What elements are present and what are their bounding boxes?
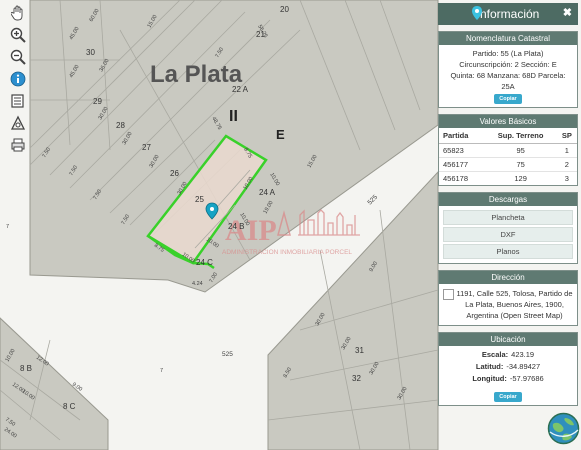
print-icon[interactable] (8, 135, 28, 155)
table-cell: 129 (484, 171, 557, 185)
longitud-value: -57.97686 (509, 374, 544, 383)
nomenclatura-line: Circunscripción: 2 Sección: E (459, 60, 557, 69)
pan-hand-icon[interactable] (8, 3, 28, 23)
table-cell: 456178 (439, 171, 485, 185)
escala-value: 423.19 (511, 350, 535, 359)
info-panel: Información ✖ Nomenclatura Catastral Par… (438, 3, 578, 423)
table-cell: 95 (484, 143, 557, 158)
table-cell: 3 (556, 171, 577, 185)
table-row: 456178 129 3 (439, 171, 577, 185)
download-dxf-link[interactable]: DXF (443, 227, 573, 242)
parcel-label: 32 (352, 374, 361, 383)
dimension-label: 7 (6, 224, 9, 230)
parcel-label: 22 A (232, 85, 249, 94)
escala-label: Escala: (481, 350, 509, 359)
column-header: SP (556, 128, 577, 144)
parcel-label: 30 (86, 48, 95, 57)
valores-section: Valores Básicos Partida Sup. Terreno SP … (438, 114, 578, 186)
nomenclatura-line: Quinta: 68 Manzana: 68D Parcela: (450, 71, 566, 80)
location-pin-icon (472, 6, 482, 23)
copy-nomenclatura-button[interactable]: Copiar (494, 94, 522, 104)
map-toolbar (8, 3, 30, 157)
table-cell: 2 (556, 157, 577, 172)
parcel-label: 28 (116, 121, 125, 130)
parcel-label: 31 (355, 346, 364, 355)
nomenclatura-line: Partido: 55 (La Plata) (472, 49, 544, 58)
map-title: La Plata (150, 61, 243, 88)
copy-ubicacion-button[interactable]: Copiar (494, 392, 522, 402)
parcel-label: 24 C (196, 258, 213, 267)
longitud-label: Longitud: (472, 374, 507, 383)
ubicacion-section: Ubicación Escala: 423.19 Latitud: -34.8942… (438, 332, 578, 406)
address-text: 1191, Calle 525, Tolosa, Partido de La P… (456, 289, 573, 320)
table-cell: 75 (484, 157, 557, 172)
map-sector-letter: E (276, 127, 285, 142)
zoom-in-icon[interactable] (8, 25, 28, 45)
direccion-heading: Dirección (439, 271, 577, 284)
parcel-label: 24 B (228, 222, 244, 231)
latitud-label: Latitud: (475, 362, 504, 371)
table-cell: 65823 (439, 143, 485, 158)
table-cell: 1 (556, 143, 577, 158)
dimension-label: 7 (160, 368, 163, 374)
street-label: 525 (222, 351, 233, 358)
parcel-label: 8 C (63, 402, 76, 411)
download-planos-link[interactable]: Planos (443, 244, 573, 259)
nomenclatura-heading: Nomenclatura Catastral (439, 32, 577, 45)
ubicacion-heading: Ubicación (439, 333, 577, 346)
layers-icon[interactable] (8, 91, 28, 111)
descargas-section: Descargas Plancheta DXF Planos (438, 192, 578, 264)
measure-icon[interactable] (8, 113, 28, 133)
table-cell: 456177 (439, 157, 485, 172)
download-plancheta-link[interactable]: Plancheta (443, 210, 573, 225)
column-header: Partida (439, 128, 485, 144)
map-roman-label: II (229, 108, 238, 125)
column-header: Sup. Terreno (484, 128, 557, 144)
zoom-out-icon[interactable] (8, 47, 28, 67)
valores-table: Partida Sup. Terreno SP 65823 95 1 45617… (439, 128, 577, 185)
table-row: 65823 95 1 (439, 143, 577, 158)
table-row: 456177 75 2 (439, 157, 577, 172)
close-icon[interactable]: ✖ (563, 6, 572, 19)
parcel-label: 25 (195, 195, 204, 204)
latitud-value: -34.89427 (506, 362, 541, 371)
parcel-label: 24 A (259, 188, 276, 197)
watermark-text: ADMINISTRACION INMOBILIARIA PORCEL (222, 249, 352, 256)
valores-heading: Valores Básicos (439, 115, 577, 128)
info-panel-header: Información ✖ (438, 3, 578, 25)
nomenclatura-line: 25A (501, 82, 515, 91)
info-icon[interactable] (8, 69, 28, 89)
globe-logo-icon[interactable] (547, 412, 580, 445)
dimension-label: 4.24 (192, 281, 203, 287)
broken-image-icon (443, 289, 454, 300)
direccion-section: Dirección 1191, Calle 525, Tolosa, Parti… (438, 270, 578, 326)
descargas-heading: Descargas (439, 193, 577, 206)
parcel-label: 20 (280, 5, 289, 14)
parcel-label: 27 (142, 143, 151, 152)
parcel-label: 8 B (20, 364, 32, 373)
nomenclatura-section: Nomenclatura Catastral Partido: 55 (La P… (438, 31, 578, 108)
parcel-label: 26 (170, 169, 179, 178)
parcel-label: 29 (93, 97, 102, 106)
info-panel-title: Información (476, 7, 540, 21)
